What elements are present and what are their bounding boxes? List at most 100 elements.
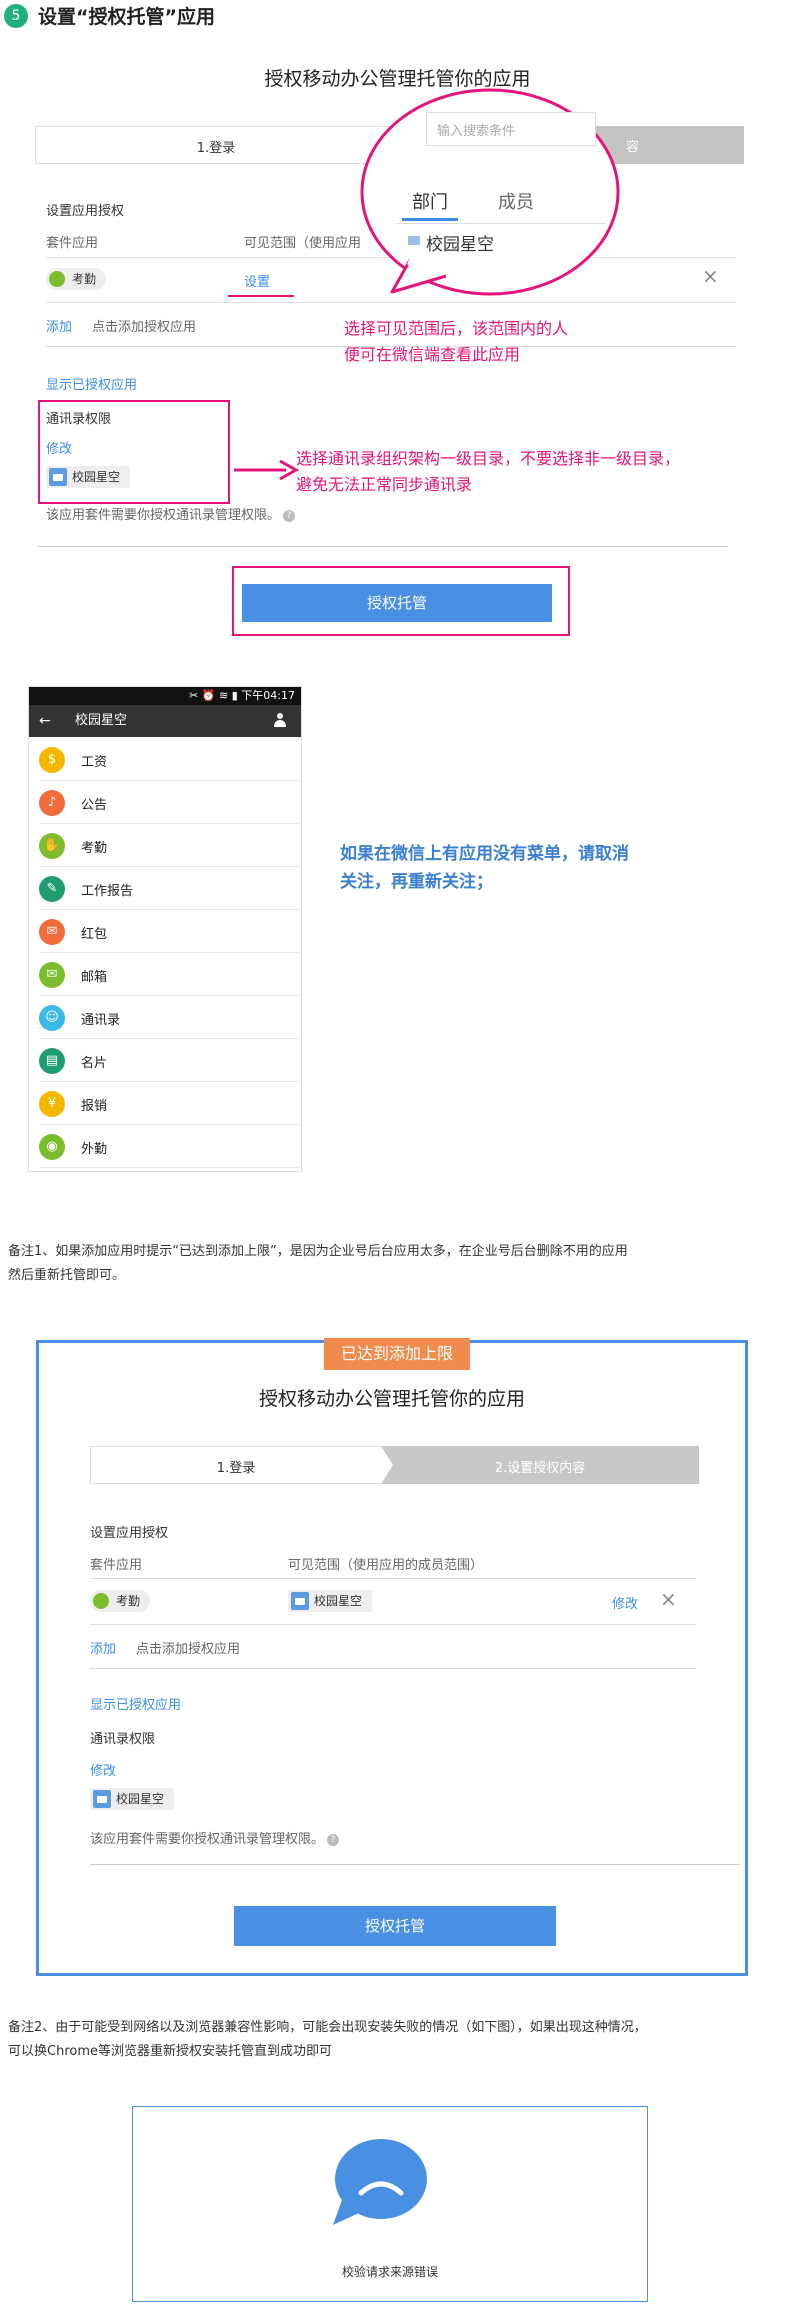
tab-member[interactable]: 成员 [498, 188, 534, 214]
report-icon: ✎ [39, 876, 65, 902]
error-message: 校验请求来源错误 [341, 2265, 438, 2279]
search-placeholder: 输入搜索条件 [437, 124, 516, 139]
scope-folder-tag: 校园星空 [288, 1590, 373, 1612]
add-app-hint: 点击添加授权应用 [136, 1642, 241, 1657]
divider [39, 995, 301, 996]
help-icon[interactable]: ? [283, 510, 296, 522]
panel2-step-content: 2.设置授权内容 [494, 1461, 586, 1476]
tab-department-underline [402, 218, 458, 221]
phone-app-item[interactable]: ▤ 名片 [29, 1040, 301, 1082]
location-icon: ◉ [39, 1134, 65, 1160]
note1: 备注1、如果添加应用时提示“已达到添加上限”，是因为企业号后台应用太多，在企业号… [8, 1244, 628, 1283]
folder-icon [49, 468, 67, 486]
search-input[interactable]: 输入搜索条件 [426, 112, 596, 146]
phone-app-item[interactable]: ✉ 红包 [29, 911, 301, 953]
divider [39, 1038, 301, 1039]
card-icon: ▤ [39, 1048, 65, 1074]
contacts-annotation: 选择通讯录组织架构一级目录，不要选择非一级目录， 避免无法正常同步通讯录 [296, 449, 681, 494]
authorize-hosting-button[interactable]: 授权托管 [234, 1906, 556, 1946]
close-icon[interactable]: × [702, 264, 719, 288]
panel1-step-login: 1.登录 [196, 141, 236, 156]
show-authorized-link[interactable]: 显示已授权应用 [90, 1694, 181, 1713]
panel2-col-app: 套件应用 [90, 1558, 143, 1573]
divider [39, 909, 301, 910]
divider [39, 952, 301, 953]
phone-app-item[interactable]: ✎ 工作报告 [29, 868, 301, 910]
wechat-annotation: 如果在微信上有应用没有菜单，请取消 关注，再重新关注； [340, 844, 629, 892]
phone-app-item[interactable]: ☺ 通讯录 [29, 997, 301, 1039]
phone-app-label: 通讯录 [81, 1013, 121, 1028]
add-app-hint: 点击添加授权应用 [92, 320, 197, 335]
salary-icon: $ [39, 747, 65, 773]
divider [90, 1624, 696, 1625]
phone-app-item[interactable]: ¥ 报销 [29, 1083, 301, 1125]
folder-icon [291, 1592, 309, 1610]
phone-app-label: 邮箱 [81, 970, 108, 985]
phone-app-item[interactable]: $ 工资 [29, 739, 301, 781]
phone-app-item[interactable]: ✋ 考勤 [29, 825, 301, 867]
panel1-col-scope: 可见范围（使用应用 [244, 236, 362, 251]
authorize-hosting-button[interactable]: 授权托管 [242, 584, 552, 622]
show-authorized-link[interactable]: 显示已授权应用 [46, 374, 137, 393]
step-number-badge: 5 [4, 4, 28, 28]
tab-department[interactable]: 部门 [412, 188, 448, 214]
close-icon[interactable]: × [660, 1587, 677, 1611]
folder-tag: 校园星空 [46, 466, 131, 488]
divider [39, 866, 301, 867]
phone-app-item[interactable]: ♪ 公告 [29, 782, 301, 824]
hand-icon: ✋ [39, 833, 65, 859]
help-icon[interactable]: ? [327, 1834, 340, 1846]
panel1-section-label: 设置应用授权 [46, 204, 125, 219]
person-icon[interactable] [273, 713, 287, 727]
set-scope-link[interactable]: 设置 [244, 271, 270, 290]
phone-app-label: 红包 [81, 927, 108, 942]
phone-app-label: 工资 [81, 755, 108, 770]
divider [396, 223, 606, 224]
arrow-icon [234, 459, 300, 481]
phone-status-bar: ✂ ⏰ ≋ ▮ 下午04:17 [29, 687, 301, 705]
divider [38, 546, 728, 547]
phone-app-label: 公告 [81, 798, 108, 813]
app-tag-attendance: 考勤 [90, 1590, 151, 1612]
bell-icon: ♪ [39, 790, 65, 816]
app-tag-attendance: 考勤 [46, 268, 107, 290]
panel2-col-scope: 可见范围（使用应用的成员范围） [288, 1558, 484, 1573]
mail-icon: ✉ [39, 962, 65, 988]
folder-icon [93, 1790, 111, 1808]
phone-app-item[interactable]: ◉ 外勤 [29, 1126, 301, 1168]
divider [39, 780, 301, 781]
phone-app-label: 外勤 [81, 1142, 108, 1157]
contacts-icon: ☺ [39, 1005, 65, 1031]
panel1-col-app: 套件应用 [46, 236, 99, 251]
panel2-title: 授权移动办公管理托管你的应用 [258, 1388, 525, 1410]
divider [90, 1578, 696, 1579]
error-box: 校验请求来源错误 [132, 2106, 648, 2302]
contacts-perm-label: 通讯录权限 [90, 1732, 156, 1747]
dept-item[interactable]: 校园星空 [426, 230, 494, 255]
panel2-step-login: 1.登录 [216, 1461, 256, 1476]
set-link-underline [228, 295, 294, 297]
modify-scope-link[interactable]: 修改 [612, 1593, 638, 1612]
modify-contacts-link[interactable]: 修改 [46, 438, 72, 457]
status-icons: ✂ ⏰ ≋ ▮ [189, 689, 242, 702]
panel2-step-bar: 1.登录 2.设置授权内容 [90, 1446, 699, 1484]
contacts-perm-label: 通讯录权限 [46, 412, 112, 427]
add-app-link[interactable]: 添加 [46, 316, 72, 335]
phone-nav-bar: ← 校园星空 [29, 705, 301, 737]
perm-note: 该应用套件需要你授权通讯录管理权限。? [46, 504, 296, 523]
panel2-frame [36, 1340, 748, 1976]
limit-badge: 已达到添加上限 [324, 1338, 470, 1370]
phone-screenshot: ✂ ⏰ ≋ ▮ 下午04:17 ← 校园星空 $ 工资 ♪ 公告 ✋ 考勤 ✎ 工作报告 ✉ 红包… [28, 686, 302, 1172]
folder-tag: 校园星空 [90, 1788, 175, 1810]
add-app-link[interactable]: 添加 [90, 1638, 116, 1657]
divider [39, 1124, 301, 1125]
divider [39, 823, 301, 824]
hand-icon [93, 1593, 109, 1609]
divider [90, 1864, 740, 1865]
phone-app-item[interactable]: ✉ 邮箱 [29, 954, 301, 996]
back-icon[interactable]: ← [39, 705, 51, 737]
hand-icon [49, 271, 65, 287]
phone-app-label: 报销 [81, 1099, 108, 1114]
modify-contacts-link[interactable]: 修改 [90, 1760, 116, 1779]
phone-title: 校园星空 [75, 713, 128, 728]
